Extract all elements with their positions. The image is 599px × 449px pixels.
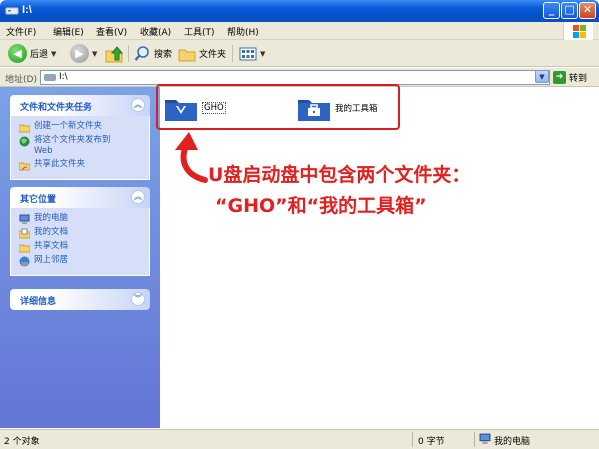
minimize-button[interactable]: _ xyxy=(543,2,560,19)
place-label: 我的文档 xyxy=(34,227,69,237)
task-share-folder[interactable]: 共享此文件夹 xyxy=(19,159,143,171)
menu-favorites[interactable]: 收藏(A) xyxy=(140,25,171,38)
annotation-line-1: U盘启动盘中包含两个文件夹： xyxy=(208,164,471,186)
details-header[interactable]: 详细信息 ︾ xyxy=(10,289,150,310)
share-folder-icon xyxy=(19,162,30,171)
details-title: 详细信息 xyxy=(20,297,57,307)
file-tasks-title: 文件和文件夹任务 xyxy=(20,103,93,113)
task-label: 创建一个新文件夹 xyxy=(34,121,103,131)
search-button[interactable]: 搜索 xyxy=(134,43,172,64)
task-pane: 文件和文件夹任务 ︽ 创建一个新文件夹 将这个文件夹发布到 Web 共享此文件夹 … xyxy=(0,87,160,428)
chevron-down-icon[interactable]: ▼ xyxy=(51,50,56,58)
task-publish-web[interactable]: 将这个文件夹发布到 Web xyxy=(19,135,143,157)
file-tasks-header[interactable]: 文件和文件夹任务 ︽ xyxy=(10,95,150,116)
address-dropdown-button[interactable]: ▼ xyxy=(535,70,549,83)
status-size: 0 字节 xyxy=(418,437,445,447)
back-button[interactable]: ◀ 后退 ▼ xyxy=(8,43,56,64)
address-label: 地址(D) xyxy=(5,75,37,85)
back-label: 后退 xyxy=(30,50,49,60)
expand-icon[interactable]: ︾ xyxy=(131,292,145,306)
back-arrow-icon: ◀ xyxy=(8,44,27,63)
new-folder-icon xyxy=(19,124,30,133)
chevron-down-icon[interactable]: ▼ xyxy=(260,50,265,58)
status-objects: 2 个对象 xyxy=(4,437,40,447)
up-folder-icon xyxy=(105,45,124,62)
menu-bar: 文件(F) 编辑(E) 查看(V) 收藏(A) 工具(T) 帮助(H) xyxy=(0,22,599,40)
file-tasks-panel: 文件和文件夹任务 ︽ 创建一个新文件夹 将这个文件夹发布到 Web 共享此文件夹 xyxy=(10,95,150,180)
collapse-icon[interactable]: ︽ xyxy=(131,190,145,204)
folders-label: 文件夹 xyxy=(199,50,227,60)
highlight-box xyxy=(156,84,400,130)
go-label: 转到 xyxy=(569,74,588,84)
my-computer-icon xyxy=(479,433,491,444)
task-label: 共享此文件夹 xyxy=(34,159,86,169)
task-new-folder[interactable]: 创建一个新文件夹 xyxy=(19,121,143,133)
task-label: 将这个文件夹发布到 Web xyxy=(34,135,111,156)
address-value: I:\ xyxy=(59,72,68,82)
chevron-down-icon[interactable]: ▼ xyxy=(92,50,97,58)
up-folder-button[interactable] xyxy=(104,43,124,64)
search-label: 搜索 xyxy=(154,50,173,60)
go-button[interactable]: ➔ 转到 xyxy=(553,70,587,85)
drive-icon xyxy=(44,74,56,81)
window-title: I:\ xyxy=(22,4,32,16)
place-my-computer[interactable]: 我的电脑 xyxy=(19,213,143,225)
menu-edit[interactable]: 编辑(E) xyxy=(53,25,84,38)
drive-icon xyxy=(5,7,19,15)
place-shared-documents[interactable]: 共享文档 xyxy=(19,241,143,253)
folders-button[interactable]: 文件夹 xyxy=(178,43,226,64)
my-documents-icon xyxy=(19,228,30,239)
place-network[interactable]: 网上邻居 xyxy=(19,255,143,267)
search-icon xyxy=(134,46,149,61)
details-panel: 详细信息 ︾ xyxy=(10,289,150,310)
annotation-line-2: “GHO”和“我的工具箱” xyxy=(215,195,427,217)
menu-view[interactable]: 查看(V) xyxy=(96,25,127,38)
publish-web-icon xyxy=(19,136,30,147)
place-my-documents[interactable]: 我的文档 xyxy=(19,227,143,239)
file-list-area xyxy=(160,87,599,428)
menu-help[interactable]: 帮助(H) xyxy=(227,25,259,38)
address-input[interactable]: I:\ xyxy=(40,70,550,85)
maximize-button[interactable]: □ xyxy=(561,2,578,19)
other-places-panel: 其它位置 ︽ 我的电脑 我的文档 共享文档 网上邻居 xyxy=(10,187,150,276)
forward-button[interactable]: ▶ ▼ xyxy=(70,43,97,64)
place-label: 我的电脑 xyxy=(34,213,69,223)
place-label: 共享文档 xyxy=(34,241,69,251)
menu-file[interactable]: 文件(F) xyxy=(6,25,36,38)
collapse-icon[interactable]: ︽ xyxy=(131,98,145,112)
close-button[interactable]: ✕ xyxy=(579,2,596,19)
shared-documents-icon xyxy=(19,244,30,253)
menu-tools[interactable]: 工具(T) xyxy=(184,25,215,38)
windows-logo-icon xyxy=(563,22,593,40)
my-computer-icon xyxy=(19,214,30,224)
network-places-icon xyxy=(19,256,30,267)
folders-icon xyxy=(178,49,196,61)
go-arrow-icon: ➔ xyxy=(553,71,566,84)
place-label: 网上邻居 xyxy=(34,255,69,265)
views-icon xyxy=(239,47,257,60)
other-places-title: 其它位置 xyxy=(20,195,57,205)
status-location: 我的电脑 xyxy=(494,437,531,447)
forward-arrow-icon: ▶ xyxy=(70,44,89,63)
toolbar: ◀ 后退 ▼ ▶ ▼ 搜索 文件夹 ▼ xyxy=(0,40,599,67)
other-places-header[interactable]: 其它位置 ︽ xyxy=(10,187,150,208)
title-bar: I:\ _ □ ✕ xyxy=(0,0,599,22)
views-button[interactable]: ▼ xyxy=(239,43,265,64)
status-bar: 2 个对象 0 字节 我的电脑 xyxy=(0,429,599,449)
